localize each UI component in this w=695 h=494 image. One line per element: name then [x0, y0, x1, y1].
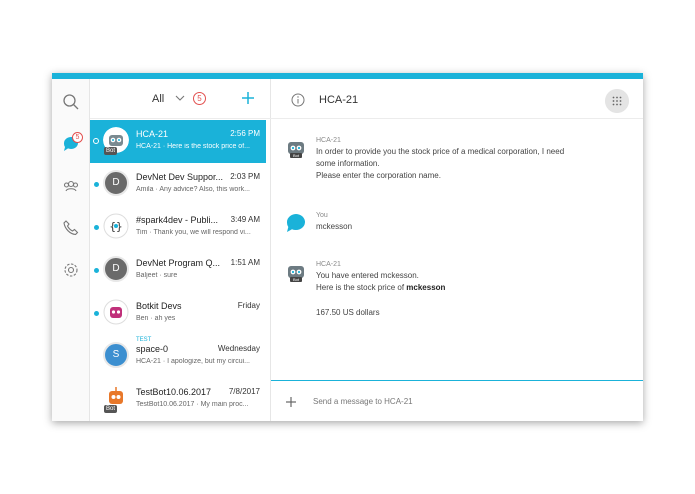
avatar: S [103, 342, 129, 368]
avatar: D [103, 256, 129, 282]
space-name: Botkit Devs [136, 301, 182, 311]
space-time: 3:49 AM [230, 215, 260, 224]
bot-avatar-icon: Bot [288, 266, 304, 282]
space-time: 2:56 PM [230, 129, 260, 138]
space-preview: Amila · Any advice? Also, this work... [136, 186, 250, 193]
space-row[interactable]: TEST S space-0 Wednesday HCA-21 · I apol… [90, 335, 266, 378]
message-sender: HCA-21 [316, 137, 341, 144]
message-text: Here is the stock price of [316, 283, 405, 292]
composer: Send a message to HCA-21 [271, 380, 643, 421]
space-name: TestBot10.06.2017 [136, 387, 212, 397]
message-text: Please enter the corporation name. [316, 171, 441, 180]
chevron-down-icon[interactable] [174, 92, 186, 104]
space-rows: Bot HCA-21 2:56 PM HCA-21 · Here is the … [90, 120, 271, 421]
unread-dot [94, 225, 99, 230]
messages-badge: 5 [72, 132, 83, 143]
space-time: Friday [237, 301, 260, 310]
message-bold-text: mckesson [406, 283, 446, 292]
braces-avatar-icon: {} [103, 213, 129, 239]
search-icon[interactable] [62, 93, 80, 111]
bot-badge: Bot [104, 147, 118, 155]
space-row[interactable]: D DevNet Program Q... 1:51 AM Baljeet · … [90, 249, 266, 292]
message-text: mckesson [316, 222, 353, 231]
filter-dropdown[interactable]: All [152, 93, 164, 105]
space-row[interactable]: D DevNet Dev Suppor... 2:03 PM Amila · A… [90, 163, 266, 206]
space-name: DevNet Dev Suppor... [136, 172, 224, 182]
space-preview: Baljeet · sure [136, 272, 178, 279]
space-row[interactable]: Botkit Devs Friday Ben · ah yes [90, 292, 266, 335]
message-sender: HCA-21 [316, 261, 341, 268]
app-window: 5 All 5 Bot HCA-21 2:56 PM HCA-21 · Here… [52, 73, 643, 421]
message-text: 167.50 US dollars [316, 308, 380, 317]
unread-dot [94, 268, 99, 273]
space-tag: TEST [136, 337, 152, 343]
space-row[interactable]: {} #spark4dev - Publi... 3:49 AM Tim · T… [90, 206, 266, 249]
space-preview: Ben · ah yes [136, 315, 176, 322]
unread-dot [94, 182, 99, 187]
message-sender: You [316, 212, 328, 219]
space-name: #spark4dev - Publi... [136, 215, 219, 225]
space-row[interactable]: Bot TestBot10.06.2017 7/8/2017 TestBot10… [90, 378, 266, 421]
space-list: All 5 Bot HCA-21 2:56 PM HCA-21 · Here i… [90, 79, 308, 421]
add-space-icon[interactable] [240, 90, 256, 106]
botkit-avatar-icon [103, 299, 129, 325]
space-preview: HCA-21 · I apologize, but my circui... [136, 358, 250, 365]
unread-dot [94, 311, 99, 316]
bot-badge: Bot [104, 405, 118, 413]
message-text-with-bold: Here is the stock price of mckesson [316, 283, 445, 292]
info-icon[interactable] [291, 93, 305, 107]
calls-icon[interactable] [62, 219, 80, 237]
svg-text:Bot: Bot [293, 153, 300, 158]
apps-grid-icon[interactable] [605, 89, 629, 113]
chat-header: HCA-21 [271, 79, 643, 119]
space-time: 2:03 PM [230, 172, 260, 181]
space-preview: Tim · Thank you, we will respond vi... [136, 229, 251, 236]
space-name: DevNet Program Q... [136, 258, 221, 268]
message-text: You have entered mckesson. [316, 271, 419, 280]
teams-icon[interactable] [62, 177, 80, 195]
space-list-header: All 5 [90, 79, 271, 119]
message-list: Bot HCA-21 In order to provide you the s… [271, 120, 643, 380]
space-row[interactable]: Bot HCA-21 2:56 PM HCA-21 · Here is the … [90, 120, 266, 163]
space-time: 1:51 AM [230, 258, 260, 267]
chat-title: HCA-21 [319, 94, 359, 106]
message-input[interactable]: Send a message to HCA-21 [313, 397, 413, 406]
svg-text:Bot: Bot [293, 277, 300, 282]
chat-pane: HCA-21 Bot HCA-21 In order to provide yo… [271, 79, 643, 421]
avatar: D [103, 170, 129, 196]
message-text: some information. [316, 159, 380, 168]
user-avatar-icon [286, 214, 305, 232]
space-time: Wednesday [217, 344, 260, 353]
message-text: In order to provide you the stock price … [316, 147, 565, 156]
space-time: 7/8/2017 [228, 387, 260, 396]
bot-avatar-icon: Bot [288, 142, 304, 158]
unread-dot [93, 138, 99, 144]
add-attachment-icon[interactable] [285, 396, 297, 408]
space-preview: HCA-21 · Here is the stock price of... [136, 143, 250, 150]
space-name: HCA-21 [136, 129, 169, 139]
space-name: space-0 [136, 344, 169, 354]
settings-icon[interactable] [62, 261, 80, 279]
nav-rail: 5 [52, 79, 90, 421]
space-preview: TestBot10.06.2017 · My main proc... [136, 401, 249, 408]
unread-count-badge: 5 [193, 92, 206, 105]
